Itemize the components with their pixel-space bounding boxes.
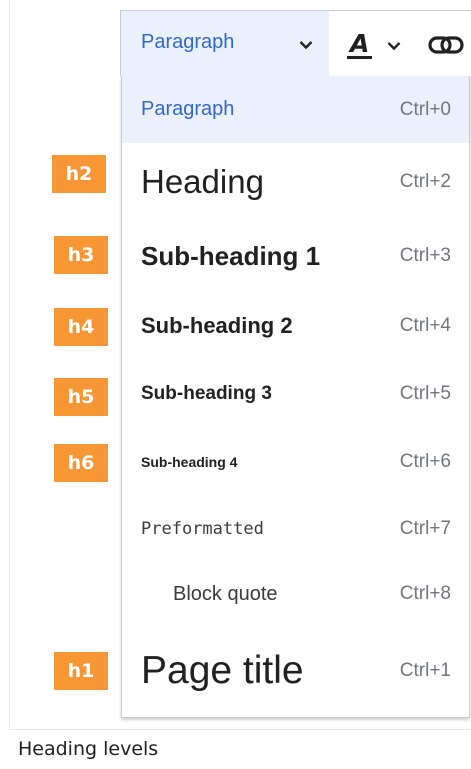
h1-tag: h1 bbox=[54, 652, 108, 690]
h3-tag: h3 bbox=[54, 236, 108, 274]
editor-toolbar: Paragraph A bbox=[120, 10, 471, 76]
chevron-down-icon bbox=[387, 42, 401, 51]
menu-item-label: Sub-heading 4 bbox=[141, 454, 238, 470]
menu-item-label: Paragraph bbox=[141, 98, 235, 120]
menu-item-shortcut: Ctrl+5 bbox=[399, 383, 451, 404]
format-dropdown-label: Paragraph bbox=[141, 31, 235, 53]
menu-item-label: Block quote bbox=[173, 582, 278, 605]
menu-item-shortcut: Ctrl+0 bbox=[399, 98, 451, 120]
menu-item-shortcut: Ctrl+6 bbox=[399, 451, 451, 472]
text-style-button[interactable]: A bbox=[345, 25, 409, 65]
menu-item-label: Preformatted bbox=[141, 519, 264, 539]
menu-item-label: Heading bbox=[141, 162, 264, 200]
menu-item-sub-heading-3[interactable]: Sub-heading 3 Ctrl+5 bbox=[122, 360, 469, 428]
format-dropdown-menu: Paragraph Ctrl+0 Heading Ctrl+2 Sub-head… bbox=[121, 76, 470, 718]
menu-item-shortcut: Ctrl+2 bbox=[399, 170, 451, 192]
menu-item-shortcut: Ctrl+1 bbox=[399, 660, 451, 681]
menu-item-paragraph[interactable]: Paragraph Ctrl+0 bbox=[122, 76, 469, 143]
link-icon[interactable] bbox=[427, 33, 467, 57]
menu-item-label: Page title bbox=[141, 649, 304, 692]
menu-item-page-title[interactable]: Page title Ctrl+1 bbox=[122, 626, 469, 716]
h6-tag: h6 bbox=[54, 444, 108, 482]
menu-item-label: Sub-heading 1 bbox=[141, 240, 321, 271]
menu-item-label: Sub-heading 2 bbox=[141, 313, 293, 338]
menu-item-block-quote[interactable]: Block quote Ctrl+8 bbox=[122, 562, 469, 626]
h2-tag: h2 bbox=[52, 155, 106, 193]
menu-item-sub-heading-4[interactable]: Sub-heading 4 Ctrl+6 bbox=[122, 428, 469, 496]
figure-caption: Heading levels bbox=[18, 738, 159, 760]
menu-item-shortcut: Ctrl+7 bbox=[399, 518, 451, 539]
menu-item-heading[interactable]: Heading Ctrl+2 bbox=[122, 143, 469, 220]
menu-item-preformatted[interactable]: Preformatted Ctrl+7 bbox=[122, 496, 469, 562]
menu-item-label: Sub-heading 3 bbox=[141, 383, 272, 404]
paragraph-format-dropdown[interactable]: Paragraph bbox=[121, 11, 329, 76]
menu-item-shortcut: Ctrl+3 bbox=[399, 245, 451, 266]
menu-item-shortcut: Ctrl+8 bbox=[399, 583, 451, 604]
h5-tag: h5 bbox=[54, 378, 108, 416]
text-style-a-icon: A bbox=[347, 29, 372, 59]
menu-item-shortcut: Ctrl+4 bbox=[399, 315, 451, 336]
menu-item-sub-heading-2[interactable]: Sub-heading 2 Ctrl+4 bbox=[122, 292, 469, 360]
chevron-down-icon bbox=[299, 41, 313, 50]
h4-tag: h4 bbox=[54, 308, 108, 346]
menu-item-sub-heading-1[interactable]: Sub-heading 1 Ctrl+3 bbox=[122, 220, 469, 292]
svg-text:A: A bbox=[348, 29, 369, 58]
